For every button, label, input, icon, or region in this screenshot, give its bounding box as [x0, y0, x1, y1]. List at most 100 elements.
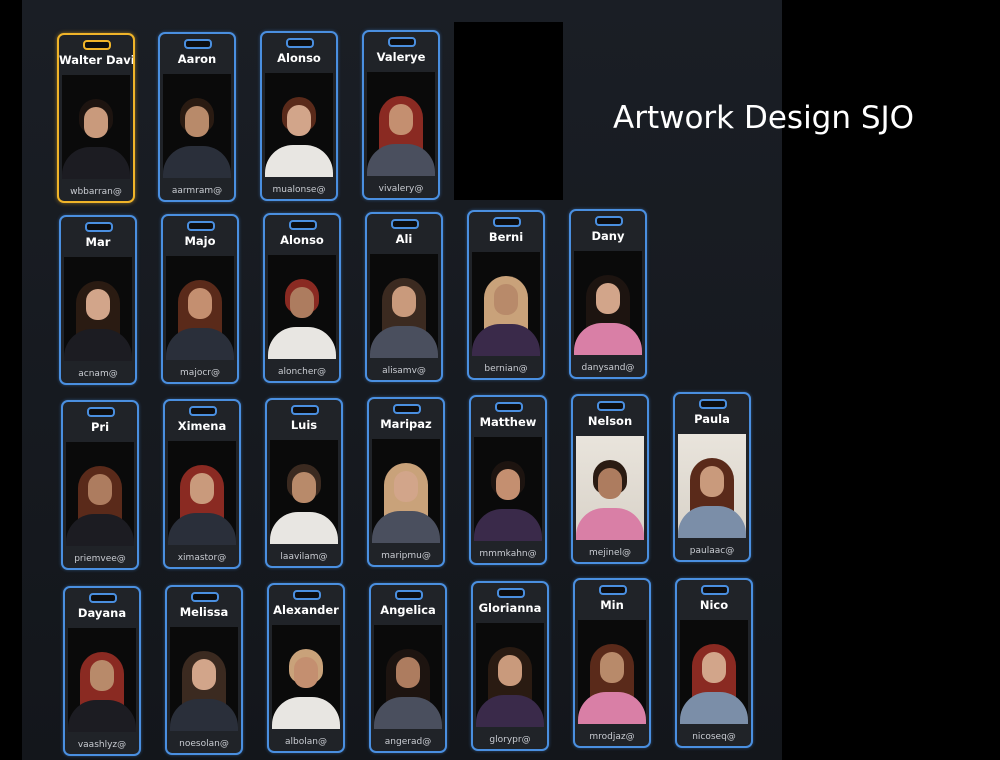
- badge-card[interactable]: Berni bernian@: [467, 210, 545, 380]
- badge-card[interactable]: Melissa noesolan@: [165, 585, 243, 755]
- badge-name: Aaron: [177, 52, 217, 66]
- badge-card[interactable]: Alexander albolan@: [267, 583, 345, 753]
- badge-name: Nico: [699, 598, 729, 612]
- badge-card[interactable]: Nelson mejinel@: [571, 394, 649, 564]
- shirt-shape: [166, 328, 234, 360]
- face-shape: [290, 287, 314, 318]
- face-shape: [596, 283, 620, 314]
- profile-photo: [576, 436, 644, 540]
- badge-card[interactable]: Mar acnam@: [59, 215, 137, 385]
- lanyard-slot-icon: [291, 405, 319, 415]
- lanyard-slot-icon: [597, 401, 625, 411]
- badge-handle: vivalery@: [378, 184, 424, 194]
- lanyard-slot-icon: [184, 39, 212, 49]
- face-shape: [702, 652, 726, 683]
- lanyard-slot-icon: [189, 406, 217, 416]
- lanyard-slot-icon: [391, 219, 419, 229]
- lanyard-slot-icon: [89, 593, 117, 603]
- badge-handle: mualonse@: [272, 185, 326, 195]
- badge-card[interactable]: Majo majocr@: [161, 214, 239, 384]
- profile-photo: [64, 257, 132, 361]
- face-shape: [394, 471, 418, 502]
- badge-card[interactable]: Nico nicoseq@: [675, 578, 753, 748]
- lanyard-slot-icon: [286, 38, 314, 48]
- badge-card[interactable]: Matthew mmmkahn@: [469, 395, 547, 565]
- profile-photo: [472, 252, 540, 356]
- badge-card[interactable]: Maripaz maripmu@: [367, 397, 445, 567]
- profile-photo: [272, 625, 340, 729]
- shirt-shape: [370, 326, 438, 358]
- profile-photo: [372, 439, 440, 543]
- badge-card[interactable]: Pri priemvee@: [61, 400, 139, 570]
- shirt-shape: [372, 511, 440, 543]
- shirt-shape: [476, 695, 544, 727]
- lanyard-slot-icon: [495, 402, 523, 412]
- badge-name: Paula: [694, 412, 730, 426]
- lanyard-slot-icon: [85, 222, 113, 232]
- profile-photo: [474, 437, 542, 541]
- badge-card[interactable]: Paula paulaac@: [673, 392, 751, 562]
- shirt-shape: [272, 697, 340, 729]
- face-shape: [188, 288, 212, 319]
- shirt-shape: [163, 146, 231, 178]
- face-shape: [88, 474, 112, 505]
- shirt-shape: [168, 513, 236, 545]
- badge-card[interactable]: Luis laavilam@: [265, 398, 343, 568]
- badge-card[interactable]: Min mrodjaz@: [573, 578, 651, 748]
- badge-name: Valerye: [376, 50, 426, 64]
- badge-card[interactable]: Ximena ximastor@: [163, 399, 241, 569]
- profile-photo: [265, 73, 333, 177]
- lanyard-slot-icon: [293, 590, 321, 600]
- shirt-shape: [265, 145, 333, 177]
- badge-card[interactable]: Ali alisamv@: [365, 212, 443, 382]
- profile-photo: [68, 628, 136, 732]
- badge-name: Dany: [591, 229, 625, 243]
- badge-handle: albolan@: [285, 737, 327, 747]
- shirt-shape: [574, 323, 642, 355]
- face-shape: [598, 468, 622, 499]
- badge-name: Ximena: [177, 419, 227, 433]
- lanyard-slot-icon: [493, 217, 521, 227]
- badge-card[interactable]: Walter David wbbarran@: [57, 33, 135, 203]
- badge-card[interactable]: Alonso mualonse@: [260, 31, 338, 201]
- badge-handle: laavilam@: [280, 552, 328, 562]
- badge-handle: nicoseq@: [692, 732, 736, 742]
- lanyard-slot-icon: [497, 588, 525, 598]
- lanyard-slot-icon: [701, 585, 729, 595]
- badge-card[interactable]: Alonso aloncher@: [263, 213, 341, 383]
- badge-handle: danysand@: [581, 363, 635, 373]
- badge-card[interactable]: Angelica angerad@: [369, 583, 447, 753]
- badge-card[interactable]: Aaron aarmram@: [158, 32, 236, 202]
- lanyard-slot-icon: [83, 40, 111, 50]
- profile-photo: [370, 254, 438, 358]
- lanyard-slot-icon: [699, 399, 727, 409]
- profile-photo: [680, 620, 748, 724]
- badge-name: Matthew: [479, 415, 537, 429]
- badge-name: Alexander: [273, 603, 339, 617]
- badge-card[interactable]: Dayana vaashlyz@: [63, 586, 141, 756]
- badge-handle: glorypr@: [489, 735, 531, 745]
- face-shape: [86, 289, 110, 320]
- profile-photo: [163, 74, 231, 178]
- badge-name: Min: [600, 598, 624, 612]
- face-shape: [292, 472, 316, 503]
- lanyard-slot-icon: [393, 404, 421, 414]
- badge-name: Dayana: [77, 606, 127, 620]
- profile-photo: [367, 72, 435, 176]
- badge-card[interactable]: Dany danysand@: [569, 209, 647, 379]
- shirt-shape: [576, 508, 644, 540]
- shirt-shape: [66, 514, 134, 546]
- shirt-shape: [68, 700, 136, 732]
- badge-name: Mar: [85, 235, 111, 249]
- lanyard-slot-icon: [187, 221, 215, 231]
- badge-card[interactable]: Glorianna glorypr@: [471, 581, 549, 751]
- badge-card[interactable]: Valerye vivalery@: [362, 30, 440, 200]
- face-shape: [396, 657, 420, 688]
- shirt-shape: [62, 147, 130, 179]
- badge-name: Walter David: [59, 53, 135, 67]
- shirt-shape: [170, 699, 238, 731]
- lanyard-slot-icon: [595, 216, 623, 226]
- face-shape: [190, 473, 214, 504]
- face-shape: [185, 106, 209, 137]
- profile-photo: [578, 620, 646, 724]
